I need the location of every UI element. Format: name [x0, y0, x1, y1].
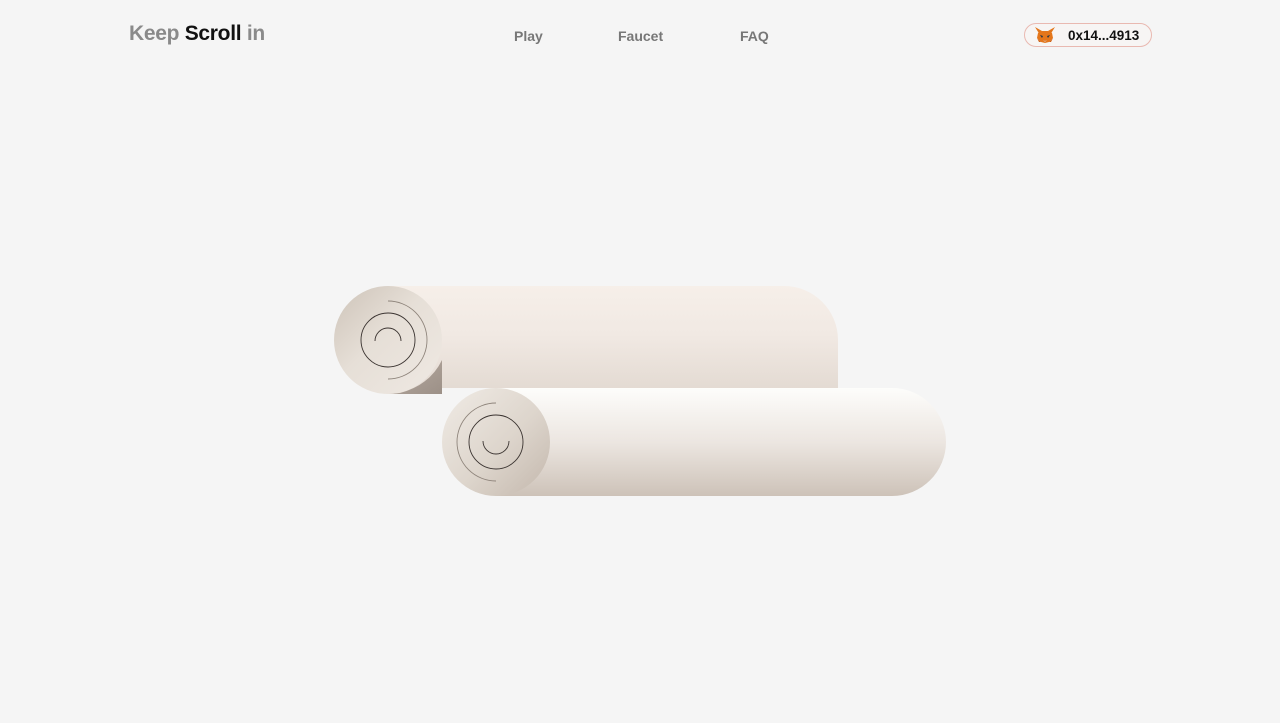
bottom-scroll-body [496, 388, 946, 496]
scroll-illustration [334, 286, 946, 496]
top-roll-cap [334, 286, 442, 394]
bottom-roll-cap [442, 388, 550, 496]
top-scroll-body [388, 286, 838, 394]
